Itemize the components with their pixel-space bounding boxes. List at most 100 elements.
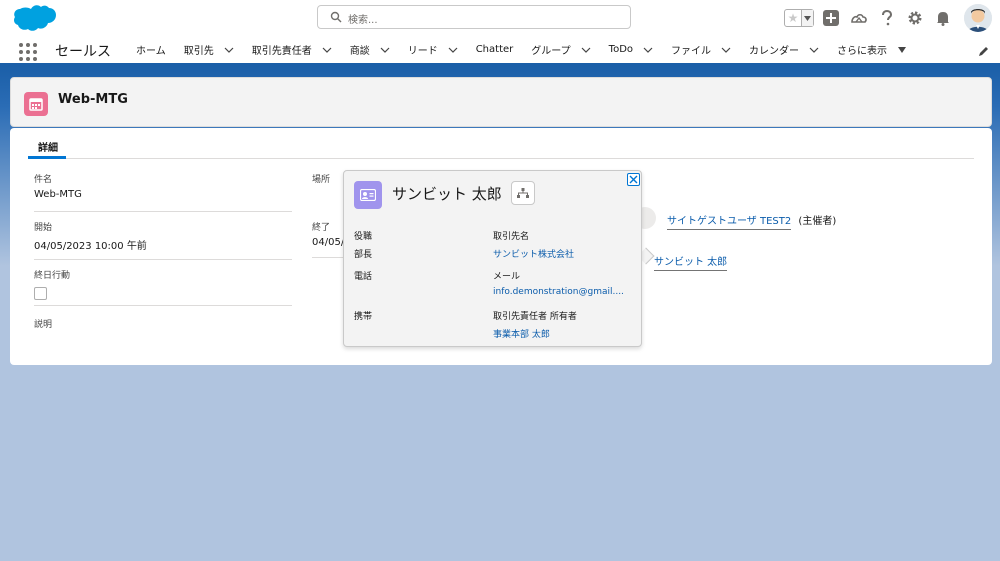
popover-title[interactable]: サンビット 太郎: [392, 183, 502, 204]
app-name: セールス: [55, 44, 111, 60]
search-placeholder: 検索...: [348, 15, 378, 26]
favorites-dropdown[interactable]: [801, 10, 813, 26]
nav-item-label: カレンダー: [749, 46, 800, 57]
attendee-contact-link[interactable]: サンビット 太郎: [654, 257, 728, 271]
hierarchy-icon: [517, 188, 529, 198]
nav-item-label: 取引先: [183, 46, 214, 57]
chevron-down-icon[interactable]: [380, 47, 390, 53]
tab-details[interactable]: 詳細: [38, 139, 58, 154]
pop-field-phone: 電話: [354, 269, 372, 282]
chevron-down-icon[interactable]: [581, 47, 591, 53]
gear-icon: [908, 11, 922, 25]
chevron-down-icon[interactable]: [643, 47, 653, 53]
record-title: Web-MTG: [58, 92, 128, 107]
owner-label: 取引先責任者 所有者: [493, 312, 577, 322]
nav-item-label: グループ: [531, 46, 571, 57]
nav-item-0[interactable]: ホーム: [136, 42, 166, 57]
edit-nav-icon[interactable]: [978, 45, 990, 57]
title-value: 部長: [354, 250, 373, 260]
title-label: 役職: [354, 232, 373, 242]
global-search[interactable]: 検索...: [317, 5, 631, 29]
chevron-down-icon[interactable]: [809, 47, 819, 53]
pop-field-account: 取引先名 サンビット株式会社: [493, 229, 574, 260]
question-icon: [882, 10, 893, 26]
contact-icon: [354, 181, 382, 209]
app-navigation-bar: セールス ホーム 取引先 取引先責任者 商談 リード Chatter グループ ToDo ファイ…: [0, 36, 1000, 66]
nav-item-label: Chatter: [475, 44, 514, 55]
bell-icon: [937, 12, 949, 26]
nav-item-2[interactable]: 取引先責任者: [252, 42, 332, 57]
all-day-label: 終日行動: [34, 271, 71, 281]
subject-label: 件名: [34, 175, 53, 185]
pop-field-title: 役職 部長: [354, 229, 372, 260]
close-icon: [629, 175, 638, 184]
nav-item-5[interactable]: Chatter: [476, 44, 514, 55]
nav-items: ホーム 取引先 取引先責任者 商談 リード Chatter グループ ToDo ファイル カレンダ…: [136, 36, 925, 63]
organizer-role: (主催者): [798, 216, 837, 227]
email-link[interactable]: info.demonstration@gmail....: [493, 287, 624, 297]
nav-item-label: ToDo: [608, 44, 634, 55]
trailhead-button[interactable]: [848, 7, 870, 29]
all-day-checkbox[interactable]: [34, 287, 47, 300]
account-link[interactable]: サンビット株式会社: [493, 247, 574, 260]
nav-item-1[interactable]: 取引先: [184, 42, 234, 57]
search-icon: [330, 11, 342, 23]
nav-item-7[interactable]: ToDo: [609, 44, 653, 55]
start-label: 開始: [34, 223, 53, 233]
nav-item-8[interactable]: ファイル: [671, 42, 731, 57]
field-start: 開始 04/05/2023 10:00 午前: [34, 220, 292, 260]
pop-field-mobile: 携帯: [354, 309, 372, 322]
global-header: 検索... ★: [0, 0, 1000, 36]
mobile-label: 携帯: [354, 312, 373, 322]
notifications-button[interactable]: [932, 7, 954, 29]
help-button[interactable]: [876, 7, 898, 29]
star-icon[interactable]: ★: [785, 10, 801, 26]
pop-field-email: メール info.demonstration@gmail....: [493, 269, 624, 297]
nav-item-10[interactable]: さらに表示: [837, 42, 907, 57]
chevron-down-icon[interactable]: [448, 47, 458, 53]
field-all-day: 終日行動: [34, 268, 292, 306]
nav-item-6[interactable]: グループ: [531, 42, 591, 57]
nav-item-label: 商談: [349, 46, 370, 57]
tab-bar: 詳細: [28, 133, 974, 159]
plus-icon: [823, 10, 839, 26]
app-launcher-icon[interactable]: [19, 43, 37, 61]
nav-item-label: ホーム: [136, 46, 166, 57]
nav-item-label: さらに表示: [837, 46, 888, 57]
favorites-button[interactable]: ★: [784, 9, 814, 27]
chevron-down-icon[interactable]: [224, 47, 234, 53]
trailhead-icon: [851, 13, 867, 23]
attendee-row-1: サイトゲストユーザ TEST2 (主催者): [667, 212, 837, 230]
field-description: 説明: [34, 317, 292, 337]
calendar-icon: [24, 92, 48, 116]
field-subject: 件名 Web-MTG: [34, 172, 292, 212]
popover-close-button[interactable]: [627, 173, 640, 186]
salesforce-cloud-logo[interactable]: [12, 3, 58, 33]
nav-item-4[interactable]: リード: [408, 42, 458, 57]
email-label: メール: [493, 272, 521, 282]
chevron-down-icon[interactable]: [897, 46, 907, 53]
nav-item-label: リード: [407, 46, 438, 57]
nav-item-label: ファイル: [671, 46, 712, 57]
chevron-down-icon[interactable]: [322, 47, 332, 53]
chevron-down-icon[interactable]: [721, 47, 731, 53]
attendee-row-2: サンビット 太郎: [654, 253, 728, 271]
user-avatar[interactable]: [964, 4, 992, 32]
nav-item-9[interactable]: カレンダー: [749, 42, 819, 57]
pop-field-owner: 取引先責任者 所有者 事業本部 太郎: [493, 309, 577, 340]
nav-item-label: 取引先責任者: [251, 46, 312, 57]
record-header: Web-MTG: [10, 77, 992, 127]
phone-label: 電話: [354, 272, 373, 282]
nav-item-3[interactable]: 商談: [350, 42, 390, 57]
contact-hover-card: サンビット 太郎 役職 部長 取引先名 サンビット株式会社 電話 メール inf…: [343, 170, 642, 347]
owner-link[interactable]: 事業本部 太郎: [493, 327, 577, 340]
tab-active-indicator: [28, 156, 66, 159]
attendee-organizer-link[interactable]: サイトゲストユーザ TEST2: [667, 216, 792, 230]
setup-button[interactable]: [904, 7, 926, 29]
subject-value: Web-MTG: [34, 189, 82, 200]
start-value: 04/05/2023 10:00 午前: [34, 241, 147, 252]
global-actions-button[interactable]: [820, 7, 842, 29]
description-label: 説明: [34, 320, 53, 330]
account-label: 取引先名: [493, 232, 530, 242]
hierarchy-button[interactable]: [511, 181, 535, 205]
